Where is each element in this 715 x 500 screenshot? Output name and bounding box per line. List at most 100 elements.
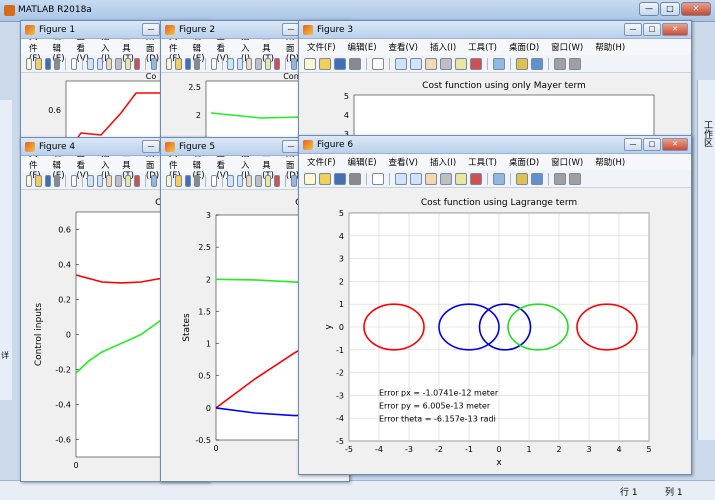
legend-icon[interactable] <box>531 57 543 70</box>
print-icon[interactable] <box>349 172 361 185</box>
zoom-out-icon[interactable] <box>236 57 243 70</box>
brush-icon[interactable] <box>470 57 482 70</box>
main-close-button[interactable]: ✕ <box>681 2 711 16</box>
data-cursor-icon[interactable] <box>264 57 271 70</box>
pan-icon[interactable] <box>425 172 437 185</box>
zoom-out-icon[interactable] <box>96 174 103 187</box>
rotate-icon[interactable] <box>255 57 262 70</box>
rotate-icon[interactable] <box>440 57 452 70</box>
save-icon[interactable] <box>334 57 346 70</box>
zoom-in-icon[interactable] <box>395 57 407 70</box>
brush-icon[interactable] <box>133 174 141 187</box>
menu-item[interactable]: 编辑(E) <box>348 156 377 168</box>
link-icon[interactable] <box>150 174 157 187</box>
menu-item[interactable]: 编辑(E) <box>348 41 377 53</box>
new-file-icon[interactable] <box>26 174 33 187</box>
save-icon[interactable] <box>44 57 51 70</box>
data-cursor-icon[interactable] <box>124 57 131 70</box>
pan-icon[interactable] <box>105 174 113 187</box>
rotate-icon[interactable] <box>115 57 122 70</box>
main-maximize-button[interactable]: □ <box>660 2 680 16</box>
new-file-icon[interactable] <box>304 57 316 70</box>
pointer-icon[interactable] <box>372 172 384 185</box>
pan-icon[interactable] <box>425 57 437 70</box>
zoom-out-icon[interactable] <box>236 174 243 187</box>
print-icon[interactable] <box>193 57 201 70</box>
figure-title-bar[interactable]: Figure 6 — □ ✕ <box>299 136 691 154</box>
open-folder-icon[interactable] <box>175 57 182 70</box>
rotate-icon[interactable] <box>440 172 452 185</box>
minimize-button[interactable]: — <box>624 138 642 151</box>
pan-icon[interactable] <box>245 174 253 187</box>
zoom-in-icon[interactable] <box>227 57 234 70</box>
menu-item[interactable]: 文件(F) <box>307 156 336 168</box>
open-folder-icon[interactable] <box>175 174 182 187</box>
new-file-icon[interactable] <box>26 57 33 70</box>
open-folder-icon[interactable] <box>319 57 331 70</box>
zoom-in-icon[interactable] <box>395 172 407 185</box>
rotate-icon[interactable] <box>255 174 262 187</box>
open-folder-icon[interactable] <box>319 172 331 185</box>
pointer-icon[interactable] <box>210 174 217 187</box>
print-icon[interactable] <box>53 174 61 187</box>
zoom-out-icon[interactable] <box>410 57 422 70</box>
zoom-in-icon[interactable] <box>87 57 94 70</box>
menu-item[interactable]: 查看(V) <box>389 156 418 168</box>
menu-item[interactable]: 查看(V) <box>389 41 418 53</box>
hide-tools-icon[interactable] <box>554 172 566 185</box>
menu-item[interactable]: 文件(F) <box>307 41 336 53</box>
colorbar-icon[interactable] <box>516 172 528 185</box>
data-cursor-icon[interactable] <box>264 174 271 187</box>
brush-icon[interactable] <box>133 57 141 70</box>
zoom-in-icon[interactable] <box>227 174 234 187</box>
new-file-icon[interactable] <box>166 174 173 187</box>
menu-item[interactable]: 桌面(D) <box>509 41 539 53</box>
zoom-out-icon[interactable] <box>96 57 103 70</box>
pointer-icon[interactable] <box>70 174 77 187</box>
minimize-button[interactable]: — <box>624 23 642 36</box>
print-icon[interactable] <box>53 57 61 70</box>
zoom-in-icon[interactable] <box>87 174 94 187</box>
menu-item[interactable]: 帮助(H) <box>595 156 625 168</box>
menu-item[interactable]: 工具(T) <box>468 41 497 53</box>
print-icon[interactable] <box>193 174 201 187</box>
figure-title-bar[interactable]: Figure 3 — □ ✕ <box>299 21 691 39</box>
menu-item[interactable]: 窗口(W) <box>551 41 583 53</box>
close-button[interactable]: ✕ <box>662 138 688 151</box>
save-icon[interactable] <box>334 172 346 185</box>
legend-icon[interactable] <box>531 172 543 185</box>
open-folder-icon[interactable] <box>35 57 42 70</box>
pointer-icon[interactable] <box>372 57 384 70</box>
colorbar-icon[interactable] <box>516 57 528 70</box>
link-icon[interactable] <box>150 57 157 70</box>
maximize-button[interactable]: □ <box>643 138 661 151</box>
main-minimize-button[interactable]: — <box>639 2 659 16</box>
zoom-out-icon[interactable] <box>410 172 422 185</box>
pan-icon[interactable] <box>245 57 253 70</box>
save-icon[interactable] <box>184 174 191 187</box>
brush-icon[interactable] <box>470 172 482 185</box>
maximize-button[interactable]: □ <box>643 23 661 36</box>
link-icon[interactable] <box>290 174 297 187</box>
save-icon[interactable] <box>44 174 51 187</box>
new-file-icon[interactable] <box>304 172 316 185</box>
workspace-panel-tab[interactable]: 工作区 <box>697 80 715 440</box>
show-tools-icon[interactable] <box>569 172 581 185</box>
data-cursor-icon[interactable] <box>455 57 467 70</box>
pointer-icon[interactable] <box>210 57 217 70</box>
pan-icon[interactable] <box>105 57 113 70</box>
link-icon[interactable] <box>290 57 297 70</box>
menu-item[interactable]: 帮助(H) <box>595 41 625 53</box>
link-icon[interactable] <box>493 57 505 70</box>
brush-icon[interactable] <box>273 57 281 70</box>
open-folder-icon[interactable] <box>35 174 42 187</box>
hide-tools-icon[interactable] <box>554 57 566 70</box>
menu-item[interactable]: 插入(I) <box>430 156 456 168</box>
rotate-icon[interactable] <box>115 174 122 187</box>
menu-item[interactable]: 窗口(W) <box>551 156 583 168</box>
data-cursor-icon[interactable] <box>124 174 131 187</box>
new-file-icon[interactable] <box>166 57 173 70</box>
brush-icon[interactable] <box>273 174 281 187</box>
pointer-icon[interactable] <box>70 57 77 70</box>
close-button[interactable]: ✕ <box>662 23 688 36</box>
